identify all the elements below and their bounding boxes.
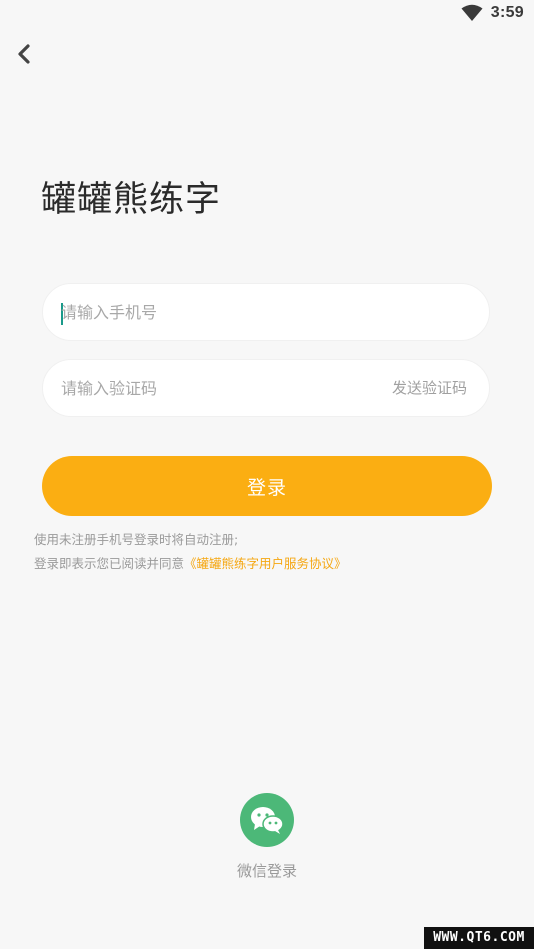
site-watermark: WWW.QT6.COM (424, 927, 534, 949)
status-time: 3:59 (490, 4, 524, 21)
login-button[interactable]: 登录 (42, 456, 492, 516)
phone-field[interactable] (42, 283, 490, 341)
status-icons: 3:59 (461, 4, 524, 22)
user-agreement-link[interactable]: 《罐罐熊练字用户服务协议》 (184, 556, 347, 571)
auto-register-note: 使用未注册手机号登录时将自动注册; (34, 532, 239, 547)
app-title: 罐罐熊练字 (41, 180, 222, 220)
wechat-login-button[interactable] (240, 793, 294, 847)
login-notes: 使用未注册手机号登录时将自动注册; 登录即表示您已阅读并同意《罐罐熊练字用户服务… (34, 528, 347, 576)
wechat-icon (251, 807, 284, 834)
back-button[interactable] (10, 40, 38, 68)
status-bar: 3:59 (0, 0, 534, 28)
code-field[interactable]: 发送验证码 (42, 359, 490, 417)
wechat-login-label: 微信登录 (236, 862, 297, 880)
phone-input[interactable] (61, 284, 361, 340)
verification-code-input[interactable] (61, 360, 361, 416)
agreement-note: 登录即表示您已阅读并同意《罐罐熊练字用户服务协议》 (34, 552, 347, 576)
wifi-icon (461, 4, 483, 21)
send-code-button[interactable]: 发送验证码 (392, 360, 467, 416)
agreement-prefix: 登录即表示您已阅读并同意 (34, 556, 185, 571)
chevron-left-icon (18, 44, 30, 64)
